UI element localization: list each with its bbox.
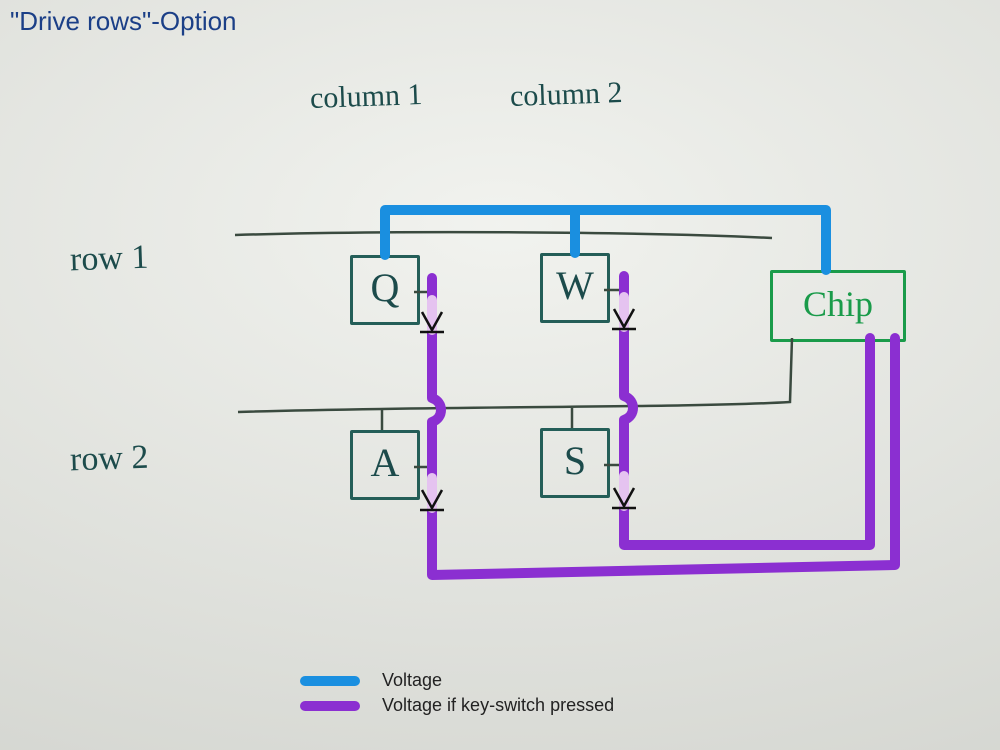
wiring-overlay bbox=[0, 0, 1000, 750]
legend: Voltage Voltage if key-switch pressed bbox=[300, 666, 614, 720]
legend-swatch-pressed bbox=[300, 701, 360, 711]
diode-w bbox=[612, 297, 636, 329]
legend-swatch-voltage bbox=[300, 676, 360, 686]
wire-row1 bbox=[235, 232, 772, 238]
label-row-2: row 2 bbox=[69, 439, 149, 480]
label-column-2: column 2 bbox=[509, 76, 623, 114]
legend-row-pressed: Voltage if key-switch pressed bbox=[300, 695, 614, 716]
diode-a bbox=[420, 478, 444, 510]
legend-label-voltage: Voltage bbox=[382, 670, 442, 691]
page-title: "Drive rows"-Option bbox=[10, 6, 237, 37]
label-column-1: column 1 bbox=[309, 78, 423, 116]
legend-label-pressed: Voltage if key-switch pressed bbox=[382, 695, 614, 716]
wire-row2 bbox=[238, 338, 792, 412]
key-s: S bbox=[540, 428, 610, 498]
legend-row-voltage: Voltage bbox=[300, 670, 614, 691]
key-a: A bbox=[350, 430, 420, 500]
chip: Chip bbox=[770, 270, 906, 342]
diode-s bbox=[612, 476, 636, 508]
key-q: Q bbox=[350, 255, 420, 325]
key-w: W bbox=[540, 253, 610, 323]
diode-q bbox=[420, 300, 444, 332]
label-row-1: row 1 bbox=[69, 239, 149, 280]
